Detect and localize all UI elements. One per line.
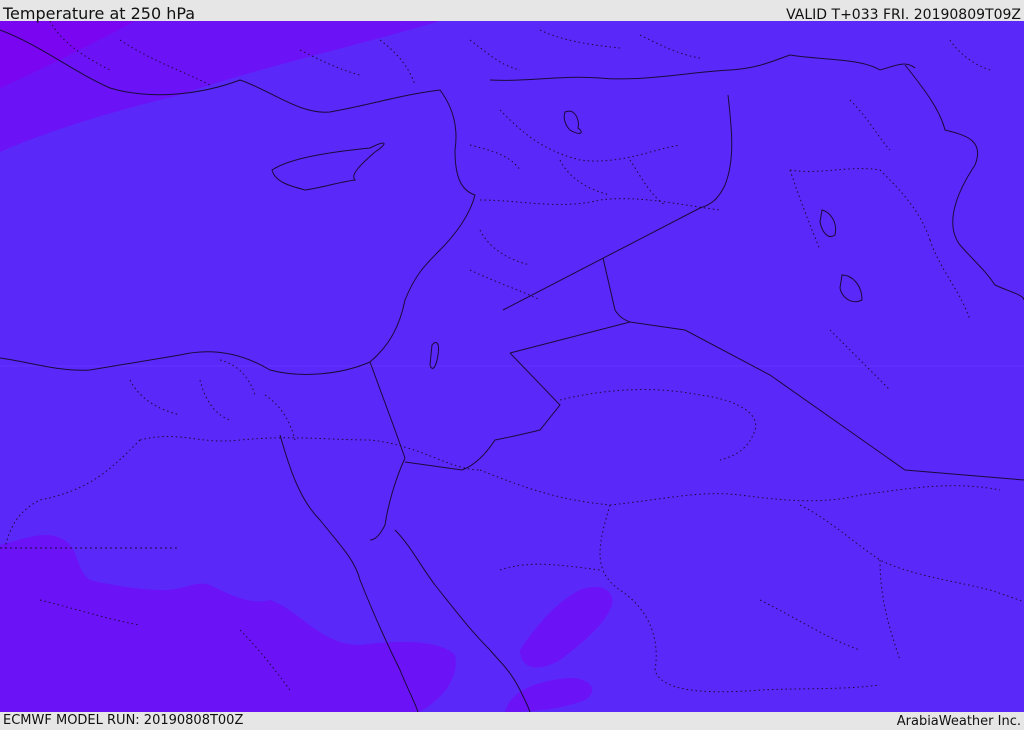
model-run-label: ECMWF MODEL RUN: 20190808T00Z — [3, 713, 244, 728]
footer-bar: ECMWF MODEL RUN: 20190808T00Z ArabiaWeat… — [0, 712, 1024, 729]
credit-label: ArabiaWeather Inc. — [896, 714, 1021, 729]
map-title: Temperature at 250 hPa — [3, 4, 196, 23]
temperature-map — [0, 21, 1024, 712]
valid-time: VALID T+033 FRI. 20190809T09Z — [786, 7, 1021, 23]
header-bar: Temperature at 250 hPa VALID T+033 FRI. … — [0, 0, 1024, 23]
